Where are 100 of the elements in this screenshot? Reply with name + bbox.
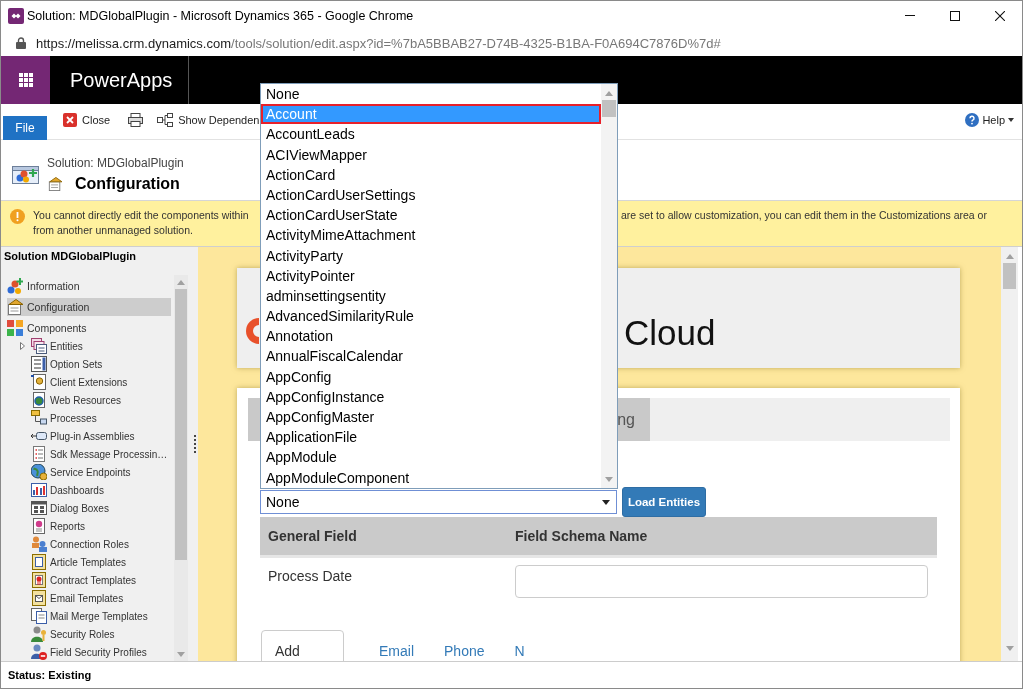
sidebar-item[interactable]: Sdk Message Processin… (20, 445, 172, 463)
warning-icon (10, 209, 25, 224)
dropdown-option[interactable]: AppModuleComponent (261, 467, 601, 488)
notice-text: You cannot directly edit the components within (33, 208, 249, 223)
grip-icon (193, 435, 196, 453)
sidebar-item[interactable]: Mail Merge Templates (20, 607, 172, 625)
sidebar-item[interactable]: Connection Roles (20, 535, 172, 553)
sidebar-item[interactable]: Plug-in Assemblies (20, 427, 172, 445)
person-blocked-icon (31, 644, 47, 660)
file-tab[interactable]: File (3, 116, 47, 140)
waffle-icon (18, 73, 33, 87)
dropdown-option[interactable]: AppConfigInstance (261, 386, 601, 407)
status-text: Status: Existing (8, 669, 92, 681)
dropdown-option[interactable]: ActionCardUserState (261, 205, 601, 226)
entity-select[interactable]: None (260, 490, 617, 514)
sidebar-item[interactable]: Configuration (7, 298, 171, 316)
dropdown-option[interactable]: AnnualFiscalCalendar (261, 346, 601, 367)
dropdown-option[interactable]: ApplicationFile (261, 427, 601, 448)
dropdown-option[interactable]: Annotation (261, 326, 601, 347)
sidebar-item[interactable]: Web Resources (20, 391, 172, 409)
sidebar-item[interactable]: Security Roles (20, 625, 172, 643)
dropdown-option[interactable]: adminsettingsentity (261, 285, 601, 307)
sidebar-title: Solution MDGlobalPlugin (4, 250, 136, 262)
app-launcher-button[interactable] (1, 56, 50, 104)
action-button[interactable]: Add (261, 630, 344, 661)
sidebar-item[interactable]: Client Extensions (20, 373, 172, 391)
action-link[interactable]: Email (379, 643, 414, 659)
sidebar-item[interactable]: Information (7, 277, 171, 295)
scrollbar[interactable] (601, 84, 617, 488)
scroll-down-icon (177, 652, 185, 657)
action-link[interactable]: N (514, 643, 525, 659)
dropdown-option[interactable]: ActivityParty (261, 245, 601, 266)
dropdown-option[interactable]: ActionCard (261, 164, 601, 185)
help-button[interactable]: Help (965, 111, 1014, 129)
sidebar-item[interactable]: Dashboards (20, 481, 172, 499)
address-field[interactable]: https://melissa.crm.dynamics.com/tools/solution/edit.aspx?id=%7bA5BBAB27-D74B-4325-B1BA-F0A694C7876D%7d# (36, 35, 721, 51)
dropdown-option[interactable]: ACIViewMapper (261, 144, 601, 165)
sidebar-item[interactable]: Option Sets (20, 355, 172, 373)
sidebar-item[interactable]: Service Endpoints (20, 463, 172, 481)
molecule-icon (7, 278, 23, 294)
notice-text: are set to allow customization, you can edit them in the Customizations area or (621, 208, 987, 223)
scroll-up-icon (1005, 254, 1014, 259)
show-dependencies-button[interactable]: Show Dependen (157, 111, 260, 129)
sidebar-item[interactable]: Reports (20, 517, 172, 535)
dashboard-icon (31, 482, 47, 498)
app-title: PowerApps (70, 68, 173, 92)
tab[interactable] (248, 398, 260, 441)
dropdown-option[interactable]: AppConfigMaster (261, 407, 601, 428)
schema-name-input[interactable] (515, 565, 928, 598)
scrollbar[interactable] (174, 275, 188, 661)
scrollbar-thumb[interactable] (1003, 263, 1016, 289)
certificate-icon (31, 572, 47, 588)
notice-text: from another unmanaged solution. (33, 223, 193, 238)
dropdown-option[interactable]: AccountLeads (261, 124, 601, 145)
sidebar-item[interactable]: Components (7, 319, 171, 337)
load-entities-button[interactable]: Load Entities (622, 487, 706, 517)
solution-name: Solution: MDGlobalPlugin (47, 156, 184, 170)
maximize-icon (949, 10, 960, 21)
scroll-up-icon (177, 280, 185, 285)
scrollbar[interactable] (1001, 247, 1018, 661)
sidebar-item[interactable]: Email Templates (20, 589, 172, 607)
close-icon (994, 10, 1005, 21)
print-button[interactable] (128, 111, 144, 129)
column-header: General Field (267, 528, 358, 544)
dropdown-option[interactable]: AppModule (261, 447, 601, 468)
scroll-down-icon (605, 477, 613, 482)
form-icon (7, 299, 23, 315)
sidebar-item[interactable]: Processes (20, 409, 172, 427)
printer-icon (128, 113, 144, 127)
caret-icon (1008, 118, 1014, 122)
documents-icon (31, 608, 47, 624)
person-key-icon (31, 626, 47, 642)
help-icon (965, 113, 980, 127)
action-link[interactable]: Phone (444, 643, 485, 659)
lock-icon (16, 37, 26, 49)
dropdown-option[interactable]: None (261, 84, 601, 105)
logo-icon (246, 318, 259, 344)
dropdown-option[interactable]: AppConfig (261, 366, 601, 387)
sidebar-item[interactable]: Article Templates (20, 553, 172, 571)
table-cell: Process Date (268, 568, 353, 584)
dropdown-option[interactable]: AdvancedSimilarityRule (261, 306, 601, 327)
dropdown-option[interactable]: ActivityMimeAttachment (261, 225, 601, 246)
sidebar-item[interactable]: Field Security Profiles (20, 643, 172, 661)
people-icon (31, 536, 47, 552)
window-title: Solution: MDGlobalPlugin - Microsoft Dynamics 365 - Google Chrome (27, 8, 414, 23)
close-button[interactable]: Close (63, 111, 111, 129)
sidebar-item[interactable]: Entities (20, 337, 172, 355)
scrollbar-thumb[interactable] (175, 289, 187, 560)
tab[interactable]: ng (617, 398, 650, 441)
scroll-up-icon (605, 91, 613, 96)
column-header: Field Schema Name (515, 528, 648, 544)
globe-icon (31, 464, 47, 480)
form-icon (47, 177, 63, 191)
dropdown-option[interactable]: ActionCardUserSettings (261, 184, 601, 206)
sidebar-item[interactable]: Dialog Boxes (20, 499, 172, 517)
email-template-icon (31, 590, 47, 606)
sidebar-item[interactable]: Contract Templates (20, 571, 172, 589)
dropdown-option[interactable]: ActivityPointer (261, 265, 601, 286)
scrollbar-thumb[interactable] (602, 100, 616, 117)
scroll-down-icon (1005, 646, 1014, 651)
